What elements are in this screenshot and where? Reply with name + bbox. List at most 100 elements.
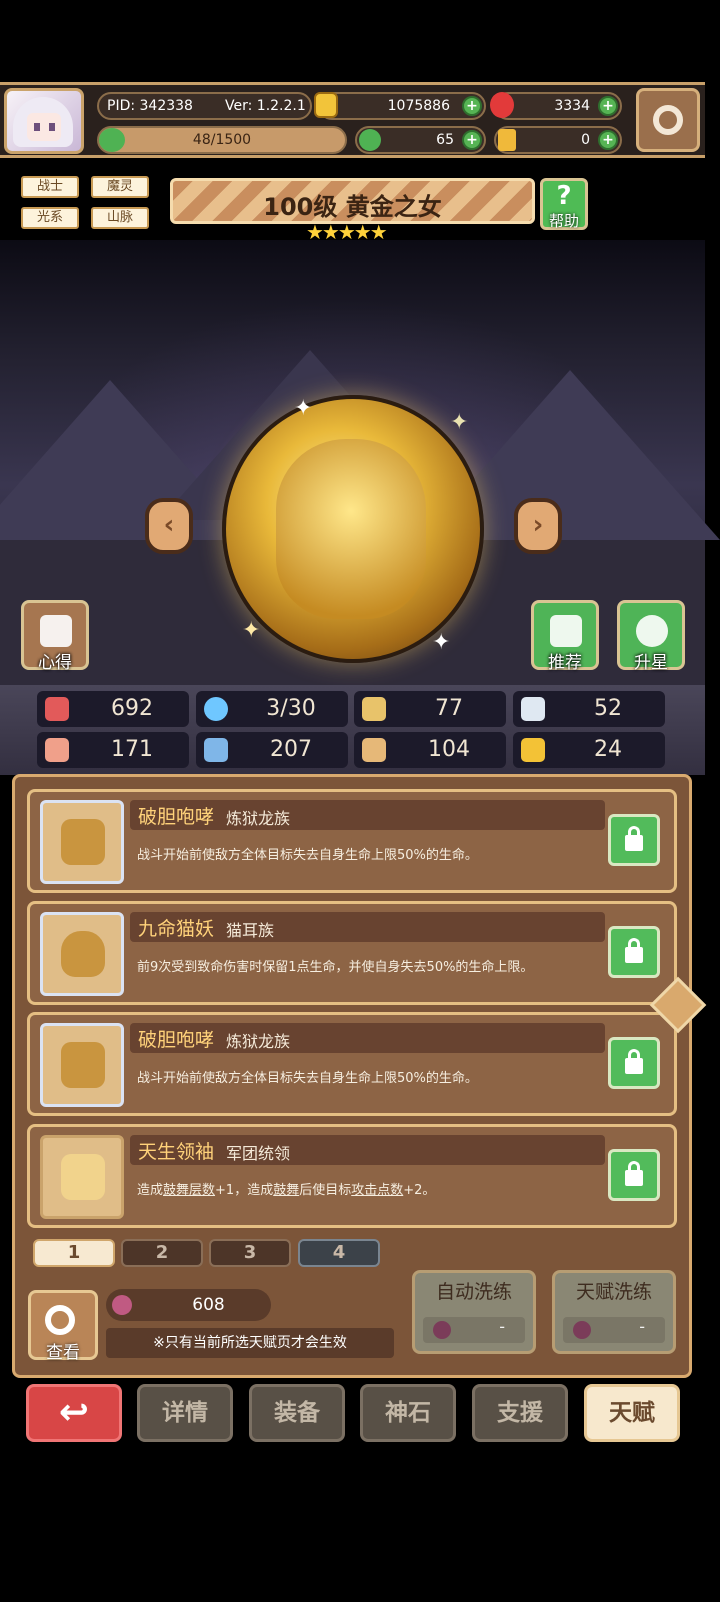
talent-description: 前9次受到致命伤害时保留1点生命，并使自身失去50%的生命上限。 [137,960,534,975]
cat-icon [40,912,124,996]
talent-race: 炼狱龙族 [226,1032,291,1051]
nav-details[interactable]: 详情 [137,1384,233,1442]
xp-bar: 48/1500 [97,126,347,154]
talent-name: 破胆咆哮 [138,806,215,828]
sparkle-icon: ✦ [294,396,313,421]
star-icon [40,1135,124,1219]
talent-race: 炼狱龙族 [226,809,291,828]
recommend-button[interactable]: 推荐 [531,600,599,673]
heart-icon [45,697,69,721]
talent-description: 战斗开始前使敌方全体目标失去自身生命上限50%的生命。 [137,1071,478,1086]
talent-page-tab-4[interactable]: 4 [298,1239,380,1267]
star-up-button[interactable]: 升星 [617,600,685,673]
talent-card[interactable]: 破胆咆哮 炼狱龙族 战斗开始前使敌方全体目标失去自身生命上限50%的生命。 [27,789,677,893]
nav-talent[interactable]: 天赋 [584,1384,680,1442]
add-gold-button[interactable]: + [462,96,482,116]
talent-card[interactable]: 破胆咆哮 炼狱龙族 战斗开始前使敌方全体目标失去自身生命上限50%的生命。 [27,1012,677,1116]
talent-name: 天生领袖 [138,1141,215,1163]
hero-title-banner: 100级 黄金之女 [170,178,535,224]
stat-value: 3/30 [266,696,316,721]
gold-coin-icon [314,92,338,118]
talent-page-tab-3[interactable]: 3 [209,1239,291,1267]
potion-icon [573,1321,591,1339]
player-avatar[interactable] [4,88,84,154]
stat-value: 692 [111,696,153,721]
key-value: 0 [581,132,590,148]
talent-race: 军团统领 [226,1144,291,1163]
gold-value: 1075886 [387,98,450,114]
talent-description: 造成鼓舞层数+1，造成鼓舞后使目标攻击点数+2。 [137,1183,436,1198]
stat-hp: 692 [37,691,189,727]
shield-icon [362,697,386,721]
tag-element: 光系 [21,207,79,229]
help-button[interactable]: ? 帮助 [540,178,588,230]
talent-page-tab-1[interactable]: 1 [33,1239,115,1267]
red-gem-icon [490,92,514,118]
thumbs-up-icon [550,615,582,647]
view-button[interactable]: 查看 [28,1290,98,1363]
talent-card[interactable]: 天生领袖 军团统领 造成鼓舞层数+1，造成鼓舞后使目标攻击点数+2。 [27,1124,677,1228]
nav-equip[interactable]: 装备 [249,1384,345,1442]
lock-button[interactable] [608,1037,660,1089]
potion-value: 608 [192,1295,225,1315]
magnifier-icon [45,1305,75,1335]
nav-godstone[interactable]: 神石 [360,1384,456,1442]
xp-value: 48/1500 [192,132,252,148]
stat-value: 52 [594,696,622,721]
fist-icon [45,738,69,762]
key-icon [498,129,516,151]
clover-value: 65 [436,132,454,148]
tag-type: 魔灵 [91,176,149,198]
book-icon [204,738,228,762]
next-hero-arrow[interactable]: › [514,498,562,554]
stat-defense: 77 [354,691,506,727]
tips-label: 心得 [38,653,72,673]
talent-refine-button[interactable]: 天赋洗练 - [552,1270,676,1354]
star-icon [636,615,668,647]
refine-cost: - [639,1317,645,1336]
pid-version-bar: PID: 342338 Ver: 1.2.2.1 [97,92,312,120]
tag-class: 战士 [21,176,79,198]
add-clover-button[interactable]: + [462,130,482,150]
dragon-icon [40,800,124,884]
lock-button[interactable] [608,1149,660,1201]
sparkle-icon: ✦ [450,410,469,435]
stat-energy: 3/30 [196,691,348,727]
gem-value: 3334 [554,98,590,114]
gold-counter: 1075886 + [314,92,486,120]
talent-card[interactable]: 九命猫妖 猫耳族 前9次受到致命伤害时保留1点生命，并使自身失去50%的生命上限… [27,901,677,1005]
sparkle-icon: ✦ [242,618,261,643]
key-counter: 0 + [494,126,622,154]
hero-golden-egg[interactable] [222,395,484,663]
lock-button[interactable] [608,814,660,866]
star-rating: ★★★★★ [306,220,388,244]
talent-page-tab-2[interactable]: 2 [121,1239,203,1267]
dragon-icon [40,1023,124,1107]
tips-button[interactable]: 心得 [21,600,89,673]
add-key-button[interactable]: + [598,130,618,150]
view-label: 查看 [46,1343,80,1363]
stat-value: 24 [594,737,622,762]
stat-resist: 104 [354,732,506,768]
add-gem-button[interactable]: + [598,96,618,116]
back-button[interactable]: ↩ [26,1384,122,1442]
prev-hero-arrow[interactable]: ‹ [145,498,193,554]
lock-icon [625,1058,643,1074]
clover-icon [359,129,381,151]
settings-button[interactable] [636,88,700,152]
stat-value: 207 [270,737,312,762]
lock-icon [625,1170,643,1186]
potion-icon [433,1321,451,1339]
refine-cost: - [499,1317,505,1336]
version-label: Ver: 1.2.2.1 [225,98,306,114]
help-label: 帮助 [548,212,579,230]
gem-counter: 3334 + [490,92,622,120]
hero-title: 100级 黄金之女 [263,193,442,221]
stat-attack: 171 [37,732,189,768]
auto-refine-button[interactable]: 自动洗练 - [412,1270,536,1354]
lock-button[interactable] [608,926,660,978]
question-icon: ? [556,181,572,211]
talent-name: 九命猫妖 [138,918,215,940]
sparkle-icon: ✦ [432,630,451,655]
nav-support[interactable]: 支援 [472,1384,568,1442]
